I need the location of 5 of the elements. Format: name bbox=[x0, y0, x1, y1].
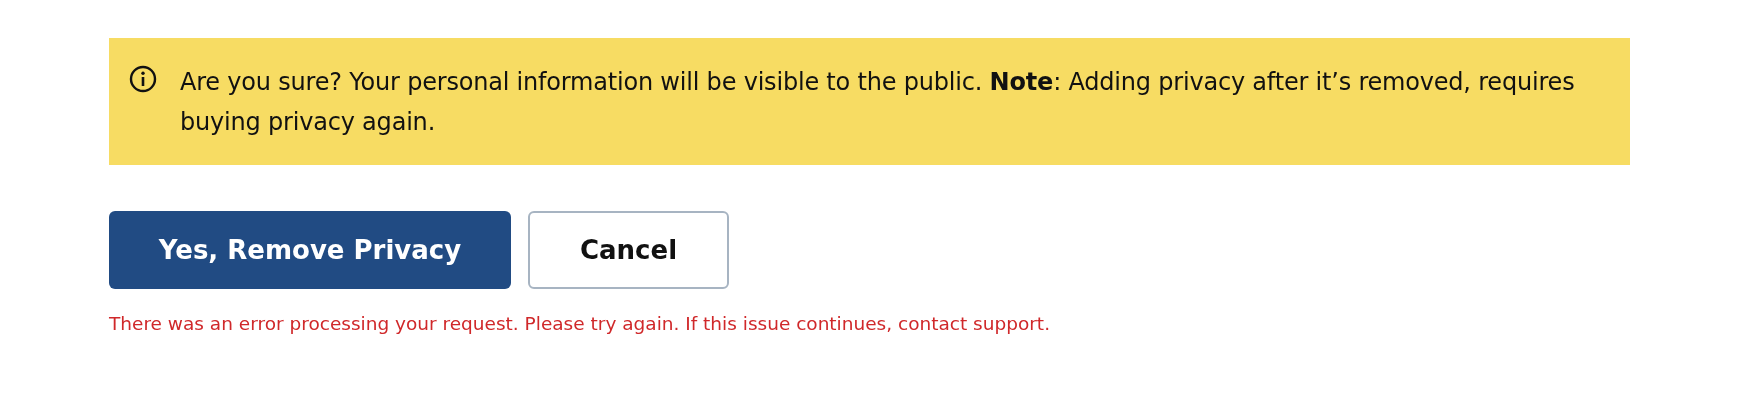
cancel-button[interactable]: Cancel bbox=[528, 211, 729, 289]
info-icon bbox=[129, 65, 157, 93]
error-message: There was an error processing your request. Please try again. If this issue continues, contact support. bbox=[109, 313, 1051, 334]
remove-privacy-button[interactable]: Yes, Remove Privacy bbox=[109, 211, 511, 289]
warning-message: Are you sure? Your personal information will be visible to the public. Note: Adding privacy after it’s removed, requires buying privacy again. bbox=[180, 67, 1576, 138]
